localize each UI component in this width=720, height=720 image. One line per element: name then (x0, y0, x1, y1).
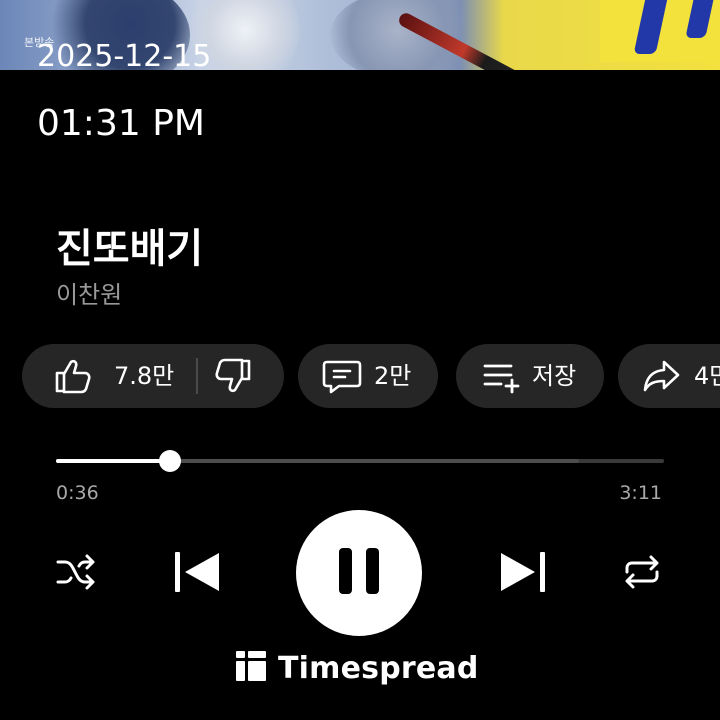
current-time: 0:36 (56, 482, 99, 504)
seek-bar-played (56, 459, 171, 463)
pause-button[interactable] (296, 510, 422, 636)
timestamp-overlay: 01:31 PM (0, 70, 720, 170)
video-thumbnail[interactable]: 본방송 2025-12-15 (0, 0, 720, 70)
thumbs-up-icon[interactable] (54, 358, 94, 394)
seek-bar-handle[interactable] (159, 450, 182, 472)
brand-name: Timespread (278, 650, 479, 686)
save-label: 저장 (532, 362, 577, 390)
repeat-icon (621, 552, 663, 596)
share-chip[interactable]: 4만 (618, 344, 720, 408)
thumbnail-figure-right (330, 0, 480, 70)
save-chip[interactable]: 저장 (456, 344, 604, 408)
skip-previous-icon (173, 549, 223, 599)
artist-name[interactable]: 이찬원 (56, 280, 122, 310)
like-count[interactable]: 7.8만 (114, 364, 174, 388)
skip-next-icon (497, 549, 547, 599)
next-button[interactable] (496, 548, 548, 600)
comment-count: 2만 (374, 362, 412, 390)
share-icon (642, 358, 682, 394)
share-count: 4만 (694, 362, 720, 390)
comment-icon (322, 358, 362, 394)
pause-icon (337, 546, 381, 600)
repeat-button[interactable] (620, 552, 664, 596)
date-stamp: 2025-12-15 (37, 39, 212, 71)
chip-divider (196, 358, 199, 394)
thumbs-down-icon[interactable] (212, 358, 252, 394)
timespread-logo-icon (236, 651, 266, 685)
duration: 3:11 (619, 482, 662, 504)
shuffle-icon (55, 552, 97, 596)
shuffle-button[interactable] (54, 552, 98, 596)
previous-button[interactable] (172, 548, 224, 600)
song-title: 진또배기 (56, 226, 204, 272)
seek-bar[interactable] (56, 450, 664, 472)
brand-watermark: Timespread (236, 648, 479, 688)
playlist-add-icon (482, 358, 522, 394)
like-dislike-chip: 7.8만 (22, 344, 284, 408)
action-chip-row: 7.8만 2만 저장 4 (22, 344, 720, 408)
comments-chip[interactable]: 2만 (298, 344, 438, 408)
time-stamp: 01:31 PM (37, 103, 205, 144)
